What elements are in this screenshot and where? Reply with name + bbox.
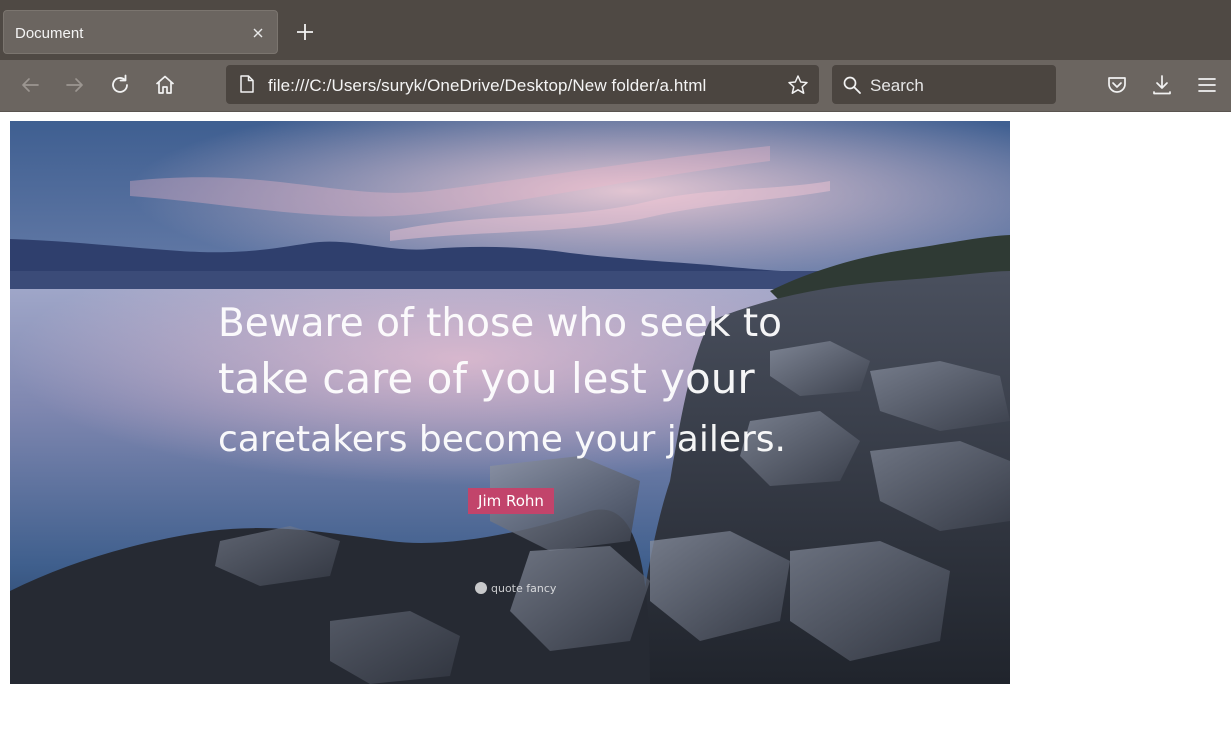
tab-strip: Document (0, 0, 1231, 60)
page-content: Beware of those who seek to take care of… (0, 112, 1231, 729)
watermark-logo-icon (475, 582, 487, 594)
hamburger-menu-icon[interactable] (1195, 73, 1219, 97)
home-icon[interactable] (153, 73, 177, 97)
page-icon (240, 75, 254, 93)
quote-line-1: Beware of those who seek to (218, 301, 782, 346)
watermark-text: quote fancy (491, 582, 557, 595)
quote-line-3: caretakers become your jailers. (218, 419, 786, 460)
quote-line-2: take care of you lest your (218, 354, 755, 403)
reload-icon[interactable] (108, 73, 132, 97)
download-icon[interactable] (1150, 73, 1174, 97)
author-name: Jim Rohn (477, 492, 544, 510)
tab-title: Document (15, 25, 84, 42)
plus-icon[interactable] (294, 21, 316, 43)
search-icon (843, 76, 861, 94)
quote-text: Beware of those who seek to take care of… (218, 301, 786, 460)
back-arrow-icon[interactable] (18, 73, 42, 97)
address-bar[interactable]: file:///C:/Users/suryk/OneDrive/Desktop/… (226, 65, 819, 104)
search-input[interactable]: Search (870, 76, 924, 96)
navigation-toolbar: file:///C:/Users/suryk/OneDrive/Desktop/… (0, 60, 1231, 112)
forward-arrow-icon[interactable] (63, 73, 87, 97)
star-icon[interactable] (787, 74, 809, 96)
close-icon[interactable] (250, 25, 266, 41)
url-text[interactable]: file:///C:/Users/suryk/OneDrive/Desktop/… (268, 76, 706, 96)
tab-document[interactable]: Document (3, 10, 278, 54)
quote-image: Beware of those who seek to take care of… (10, 121, 1010, 684)
pocket-icon[interactable] (1105, 73, 1129, 97)
search-bar[interactable]: Search (832, 65, 1056, 104)
